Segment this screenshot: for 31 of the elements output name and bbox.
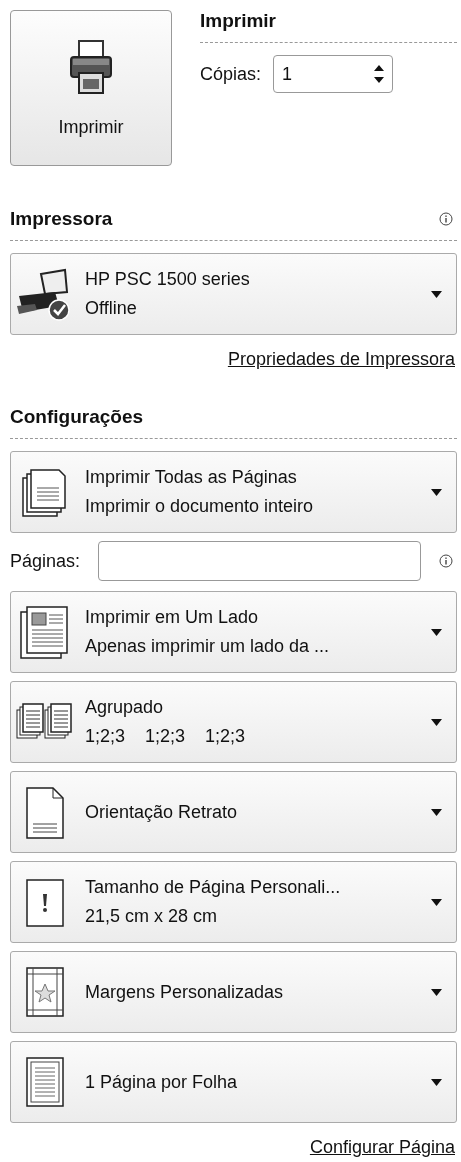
settings-dropdown[interactable]: 1 Página por Folha: [10, 1041, 457, 1123]
copies-spinner[interactable]: 1: [273, 55, 394, 93]
pages-label: Páginas:: [10, 550, 81, 572]
copies-label: Cópias:: [200, 63, 262, 85]
settings-dropdown[interactable]: Tamanho de Página Personali... 21,5 cm x 28 cm: [10, 861, 457, 943]
settings-dropdown[interactable]: Orientação Retrato: [10, 771, 457, 853]
settings-dropdown[interactable]: Imprimir em Um Lado Apenas imprimir um lado da ...: [10, 591, 457, 673]
page-setup-link[interactable]: Configurar Página: [309, 1137, 455, 1158]
caret-icon: [431, 808, 442, 816]
caret-icon: [431, 628, 442, 636]
caret-icon: [431, 290, 442, 298]
section-title: Impressora: [10, 208, 113, 230]
settings-dropdown[interactable]: Agrupado 1;2;3 1;2;3 1;2;3: [10, 681, 457, 763]
printer-properties-link[interactable]: Propriedades de Impressora: [227, 349, 455, 370]
caret-icon: [431, 488, 442, 496]
collated-pages-icon: [15, 702, 75, 742]
info-icon: [439, 554, 453, 568]
print-button[interactable]: Imprimir: [10, 10, 172, 166]
section-title: Imprimir: [200, 10, 278, 32]
caret-icon: [431, 898, 442, 906]
pages-field[interactable]: [98, 541, 421, 581]
info-icon: [439, 212, 453, 226]
spinner-arrows-icon: [374, 64, 385, 84]
section-title: Configurações: [10, 406, 144, 428]
caret-icon: [431, 988, 442, 996]
settings-dropdown[interactable]: Imprimir Todas as Páginas Imprimir o documento inteiro: [10, 451, 457, 533]
settings-dropdown[interactable]: Margens Personalizadas: [10, 951, 457, 1033]
printer-dropdown[interactable]: HP PSC 1500 series Offline: [10, 253, 457, 335]
caret-icon: [431, 718, 442, 726]
caret-icon: [431, 1078, 442, 1086]
printer-icon: [69, 38, 113, 95]
